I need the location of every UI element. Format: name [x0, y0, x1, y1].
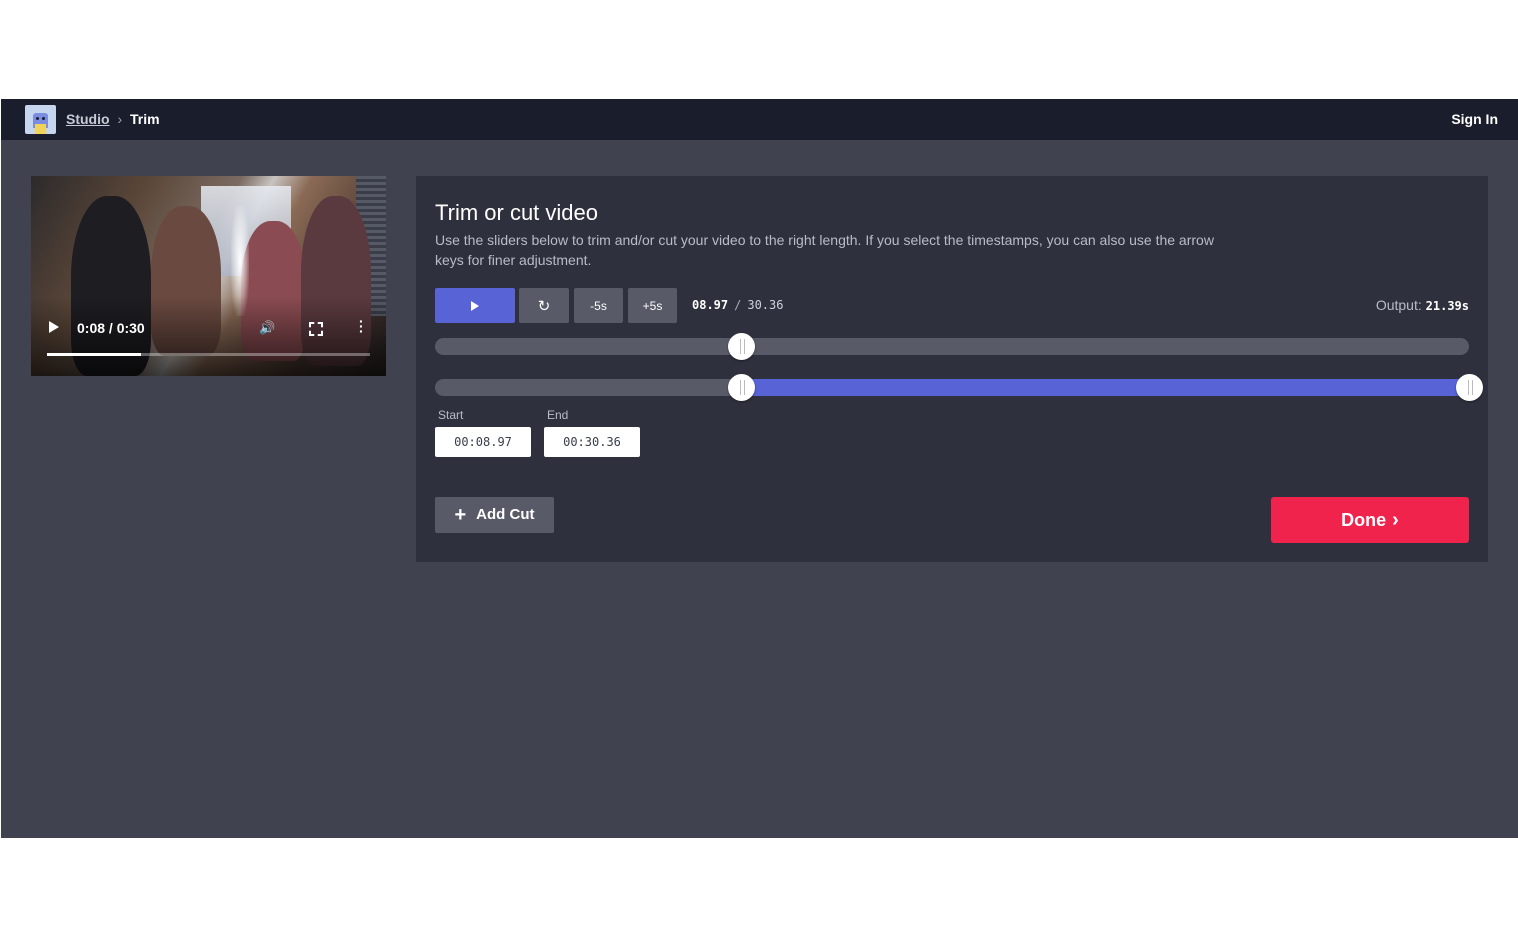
- video-play-icon[interactable]: [49, 321, 59, 333]
- fullscreen-icon[interactable]: [309, 322, 323, 336]
- add-cut-button[interactable]: + Add Cut: [435, 497, 554, 533]
- done-label: Done: [1341, 509, 1387, 530]
- breadcrumb-current: Trim: [130, 111, 160, 127]
- video-time-display: 0:08 / 0:30: [77, 320, 145, 336]
- video-player[interactable]: 0:08 / 0:30 🔊 · · ·: [31, 176, 386, 376]
- video-progress-track[interactable]: [47, 353, 370, 356]
- more-options-icon[interactable]: · · ·: [359, 314, 364, 338]
- app-root: Studio › Trim Sign In 0:08 / 0:30 🔊 · · · …: [1, 99, 1518, 838]
- end-time-input[interactable]: [544, 427, 640, 457]
- plus-icon: +: [454, 503, 467, 526]
- play-button[interactable]: [435, 288, 515, 323]
- reset-icon: ↻: [537, 297, 551, 315]
- play-icon: [471, 301, 479, 312]
- trim-start-thumb[interactable]: [727, 374, 755, 401]
- volume-icon[interactable]: 🔊: [259, 320, 275, 336]
- start-time-input[interactable]: [435, 427, 531, 457]
- breadcrumb-separator: ›: [117, 111, 123, 127]
- start-label: Start: [438, 408, 464, 422]
- output-label: Output:: [1375, 297, 1422, 313]
- total-time: 30.36: [747, 298, 784, 312]
- minus-5s-button[interactable]: -5s: [574, 288, 623, 323]
- breadcrumb: Studio › Trim: [66, 111, 160, 127]
- current-time-readout: 08.97 / 30.36: [692, 298, 783, 312]
- trim-end-thumb[interactable]: [1456, 374, 1483, 401]
- trim-range-slider-track[interactable]: [435, 374, 1483, 401]
- playhead-slider-thumb[interactable]: [727, 333, 755, 360]
- panel-description: Use the sliders below to trim and/or cut…: [435, 232, 1214, 268]
- panel-title: Trim or cut video: [435, 200, 599, 225]
- done-button[interactable]: Done ›: [1271, 497, 1469, 543]
- time-separator: /: [734, 298, 742, 312]
- trim-range-fill: [740, 379, 1469, 396]
- reset-button[interactable]: ↻: [519, 288, 569, 323]
- chevron-right-icon: ›: [1392, 508, 1399, 531]
- output-value: 21.39s: [1425, 299, 1469, 313]
- breadcrumb-studio-link[interactable]: Studio: [66, 111, 110, 127]
- output-duration: Output: 21.39s: [1376, 297, 1469, 313]
- logo-icon[interactable]: [25, 105, 56, 134]
- sign-in-link[interactable]: Sign In: [1451, 111, 1498, 127]
- current-time: 08.97: [692, 298, 729, 312]
- trim-panel: Trim or cut video Use the sliders below …: [416, 176, 1488, 562]
- end-label: End: [547, 408, 569, 422]
- video-controls-shade: [31, 296, 386, 376]
- top-bar: Studio › Trim Sign In: [1, 99, 1518, 140]
- add-cut-label: Add Cut: [476, 505, 535, 523]
- plus-5s-button[interactable]: +5s: [628, 288, 677, 323]
- playhead-slider-track[interactable]: [435, 333, 1469, 360]
- video-progress-fill: [47, 353, 141, 356]
